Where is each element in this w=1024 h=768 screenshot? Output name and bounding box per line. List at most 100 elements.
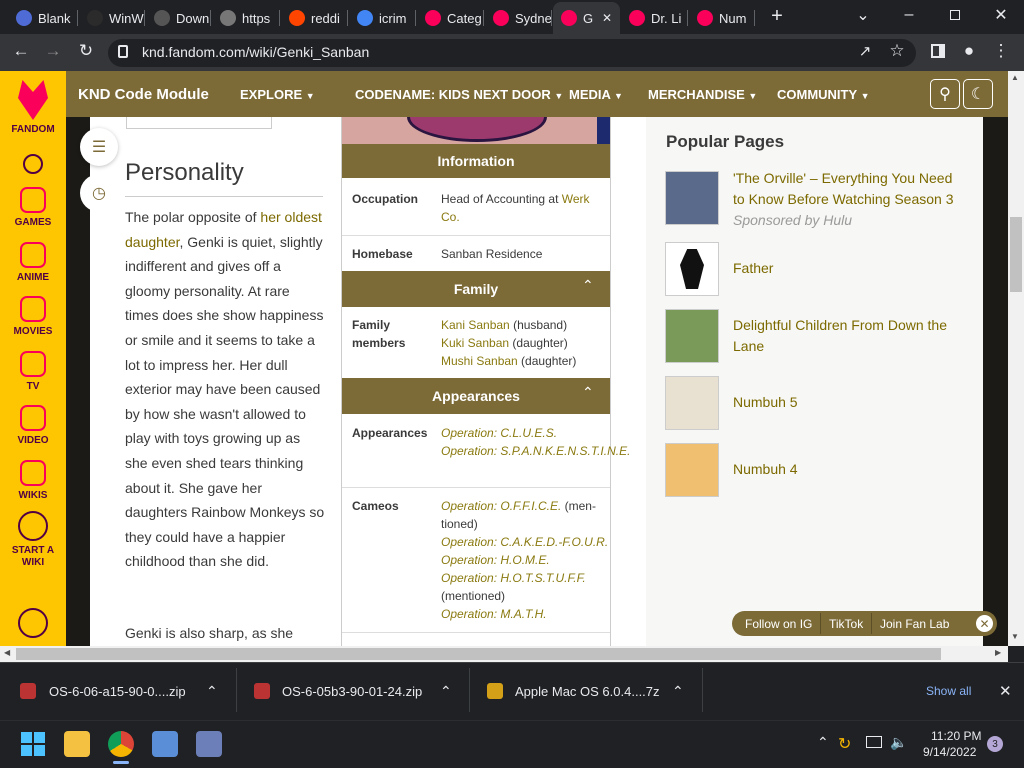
family-member-link[interactable]: Kani Sanban [441,318,510,332]
chrome-icon[interactable] [108,731,134,757]
browser-tab[interactable]: Blank [8,4,78,32]
tiktok-button[interactable]: TikTok [829,617,863,631]
chevron-up-icon[interactable]: ⌃ [672,683,684,700]
scroll-down-arrow[interactable]: ▼ [1011,632,1019,641]
browser-tab[interactable]: Num [689,4,755,32]
fandom-nav-search-icon[interactable] [0,152,66,174]
cameo-link[interactable]: Operation: C.A.K.E.D.-F.O.U.R. [441,533,608,551]
search-icon[interactable]: ⚲ [930,79,960,109]
cameo-link[interactable]: Operation: M.A.T.H. [441,605,547,623]
popular-page-thumbnail[interactable] [665,171,719,225]
nav-community[interactable]: COMMUNITY ▼ [777,87,869,102]
close-window-button[interactable]: ✕ [978,0,1024,30]
homebase-link[interactable]: Sanban Residence [441,245,542,263]
nav-explore[interactable]: EXPLORE ▼ [240,87,315,102]
fandom-nav-tv[interactable]: TV [0,351,66,393]
lock-icon[interactable]: ◷ [80,174,118,212]
download-item[interactable]: Apple Mac OS 6.0.4....7z [515,684,660,699]
appearance-link[interactable]: Operation: C.L.U.E.S. [441,424,557,442]
fandom-nav-start-a-wiki[interactable]: START A WIKI [0,511,66,569]
popular-page-link[interactable]: Delightful Children From Down the Lane [733,315,963,357]
menu-icon[interactable]: ⋮ [988,38,1014,64]
popular-page-thumbnail[interactable] [665,242,719,296]
cameo-link[interactable]: Operation: H.O.M.E. [441,551,550,569]
popular-page-thumbnail[interactable] [665,443,719,497]
download-item[interactable]: OS-6-05b3-90-01-24.zip [282,684,422,699]
share-icon[interactable]: ↗ [852,38,878,64]
fandom-nav-wikis[interactable]: WIKIS [0,460,66,502]
reload-button[interactable]: ↻ [73,38,99,64]
browser-tab[interactable]: G ✕ [553,2,620,34]
chevron-up-icon[interactable]: ⌃ [817,734,829,751]
scroll-right-arrow[interactable]: ▶ [995,648,1001,657]
network-icon[interactable] [866,736,882,748]
popular-page-thumbnail[interactable] [665,376,719,430]
side-panel-icon[interactable] [925,38,951,64]
update-icon[interactable]: ↻ [838,734,851,754]
cameo-link[interactable]: Operation: H.O.T.S.T.U.F.F. [441,569,586,587]
scroll-left-arrow[interactable]: ◀ [4,648,10,657]
theme-toggle-icon[interactable]: ☾ [963,79,993,109]
vertical-scrollbar[interactable] [1008,71,1024,646]
fandom-nav-user-icon[interactable] [0,608,66,642]
fandom-nav-games[interactable]: GAMES [0,187,66,229]
close-icon[interactable]: ✕ [974,613,995,634]
toc-button[interactable]: ☰ [80,128,118,166]
photos-icon[interactable] [152,731,178,757]
popular-page-link[interactable]: 'The Orville' – Everything You Need to K… [733,168,963,231]
infobox-family-header[interactable]: Family [342,271,610,307]
windows-start-icon[interactable] [21,732,45,756]
collapse-caret-icon[interactable]: ⌃ [582,384,594,401]
browser-tab[interactable]: Sydne [485,4,552,32]
volume-icon[interactable]: 🔈 [890,734,907,751]
profile-icon[interactable]: ● [956,38,982,64]
new-tab-button[interactable]: + [765,4,789,28]
browser-tab[interactable]: Down [146,4,211,32]
nav-codename[interactable]: CODENAME: KIDS NEXT DOOR ▼ [355,87,563,102]
fandom-nav-video[interactable]: VIDEO [0,405,66,447]
url-text[interactable]: knd.fandom.com/wiki/Genki_Sanban [142,44,369,60]
close-icon[interactable]: ✕ [999,682,1012,700]
scroll-thumb[interactable] [16,648,941,660]
fandom-nav-fandom[interactable]: FANDOM [0,80,66,136]
maximize-button[interactable] [932,0,978,30]
join-fan-lab-button[interactable]: Join Fan Lab [880,617,949,631]
show-all-button[interactable]: Show all [926,684,971,698]
app-icon[interactable] [196,731,222,757]
nav-merchandise[interactable]: MERCHANDISE ▼ [648,87,757,102]
nav-media[interactable]: MEDIA ▼ [569,87,623,102]
download-item[interactable]: OS-6-06-a15-90-0....zip [49,684,186,699]
browser-tab[interactable]: WinW [79,4,145,32]
popular-page-link[interactable]: Father [733,258,963,279]
wiki-name[interactable]: KND Code Module [78,86,209,103]
infobox-appearances-header[interactable]: Appearances [342,378,610,414]
tab-close-icon[interactable]: ✕ [602,11,612,25]
file-explorer-icon[interactable] [64,731,90,757]
clock-date[interactable]: 9/14/2022 [923,745,976,759]
notification-badge[interactable]: 3 [987,736,1003,752]
bookmark-star-icon[interactable]: ☆ [884,38,910,64]
fandom-nav-anime[interactable]: ANIME [0,242,66,284]
family-member-link[interactable]: Kuki Sanban [441,336,509,350]
clock-time[interactable]: 11:20 PM [931,729,981,743]
forward-button[interactable]: → [40,38,66,64]
back-button[interactable]: ← [8,38,34,64]
popular-page-link[interactable]: Numbuh 4 [733,459,963,480]
chevron-up-icon[interactable]: ⌃ [440,683,452,700]
fandom-nav-movies[interactable]: MOVIES [0,296,66,338]
browser-tab[interactable]: Dr. Li [621,4,688,32]
tab-search-icon[interactable]: ⌄ [840,0,886,30]
browser-tab[interactable]: Categ [417,4,484,32]
family-member-link[interactable]: Mushi Sanban [441,354,518,368]
popular-page-thumbnail[interactable] [665,309,719,363]
browser-tab[interactable]: icrim [349,4,416,32]
collapse-caret-icon[interactable]: ⌃ [582,277,594,294]
chevron-up-icon[interactable]: ⌃ [206,683,218,700]
browser-tab[interactable]: https [212,4,280,32]
browser-tab[interactable]: reddi [281,4,348,32]
cameo-link[interactable]: Operation: O.F.F.I.C.E. [441,499,561,513]
popular-page-link[interactable]: Numbuh 5 [733,392,963,413]
minimize-button[interactable]: – [886,0,932,30]
scroll-up-arrow[interactable]: ▲ [1011,73,1019,82]
scroll-thumb[interactable] [1010,217,1022,292]
